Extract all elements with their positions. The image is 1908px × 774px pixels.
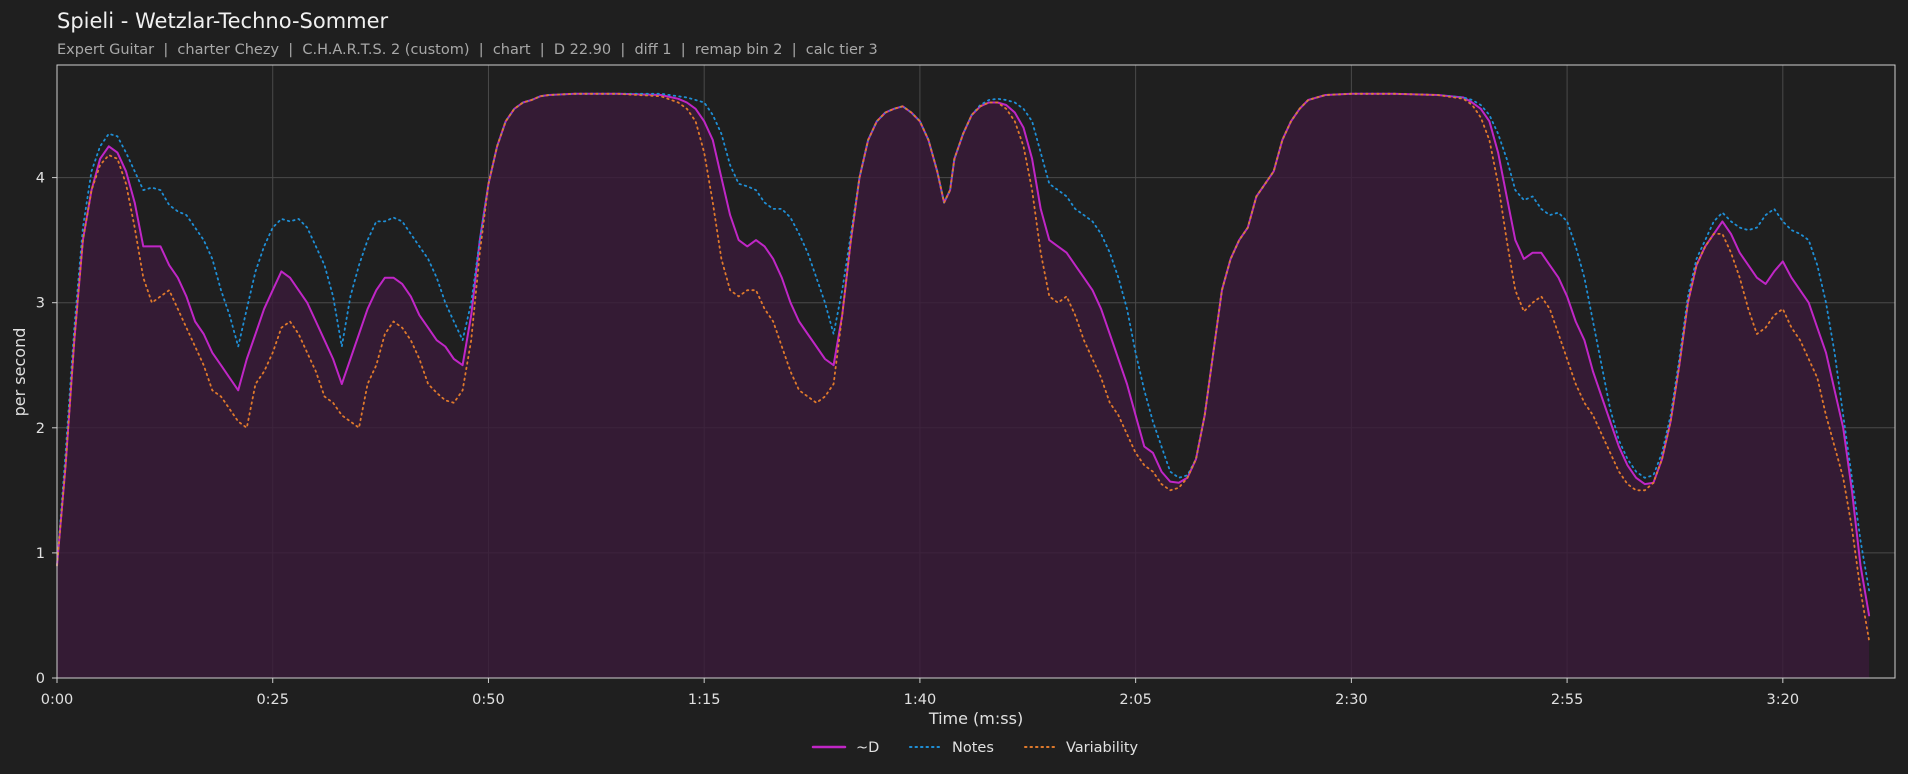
legend: ~D Notes Variability: [811, 740, 1139, 756]
x-tick-label: 1:15: [688, 692, 721, 708]
y-tick-label: 0: [36, 671, 45, 687]
legend-label-0: ~D: [856, 740, 879, 756]
legend-label-2: Variability: [1066, 740, 1139, 756]
x-tick-label: 3:20: [1767, 692, 1800, 708]
y-tick-label: 4: [36, 171, 45, 187]
legend-label-1: Notes: [952, 740, 994, 756]
x-axis-label: Time (m:ss): [928, 709, 1023, 728]
x-tick-label: 2:30: [1335, 692, 1368, 708]
plot-area: [56, 64, 1896, 679]
y-tick-label: 3: [36, 296, 45, 312]
x-tick-label: 0:25: [256, 692, 289, 708]
x-tick-label: 2:05: [1119, 692, 1152, 708]
x-tick-label: 0:00: [41, 692, 74, 708]
y-tick-label: 1: [36, 546, 45, 562]
chart-title: Spieli - Wetzlar-Techno-Sommer: [57, 9, 389, 33]
x-tick-label: 0:50: [472, 692, 505, 708]
x-tick-label: 2:55: [1551, 692, 1584, 708]
x-axis-ticks: 0:00 0:25 0:50 1:15 1:40 2:05 2:30 2:55 3:20: [41, 678, 1799, 708]
y-axis-label: per second: [10, 328, 29, 417]
x-tick-label: 1:40: [904, 692, 937, 708]
y-axis-ticks: 0 1 2 3 4: [36, 171, 57, 687]
difficulty-chart: Spieli - Wetzlar-Techno-Sommer Expert Gu…: [10, 9, 1896, 756]
chart-subtitle: Expert Guitar | charter Chezy | C.H.A.R.…: [57, 42, 878, 58]
y-tick-label: 2: [36, 421, 45, 437]
